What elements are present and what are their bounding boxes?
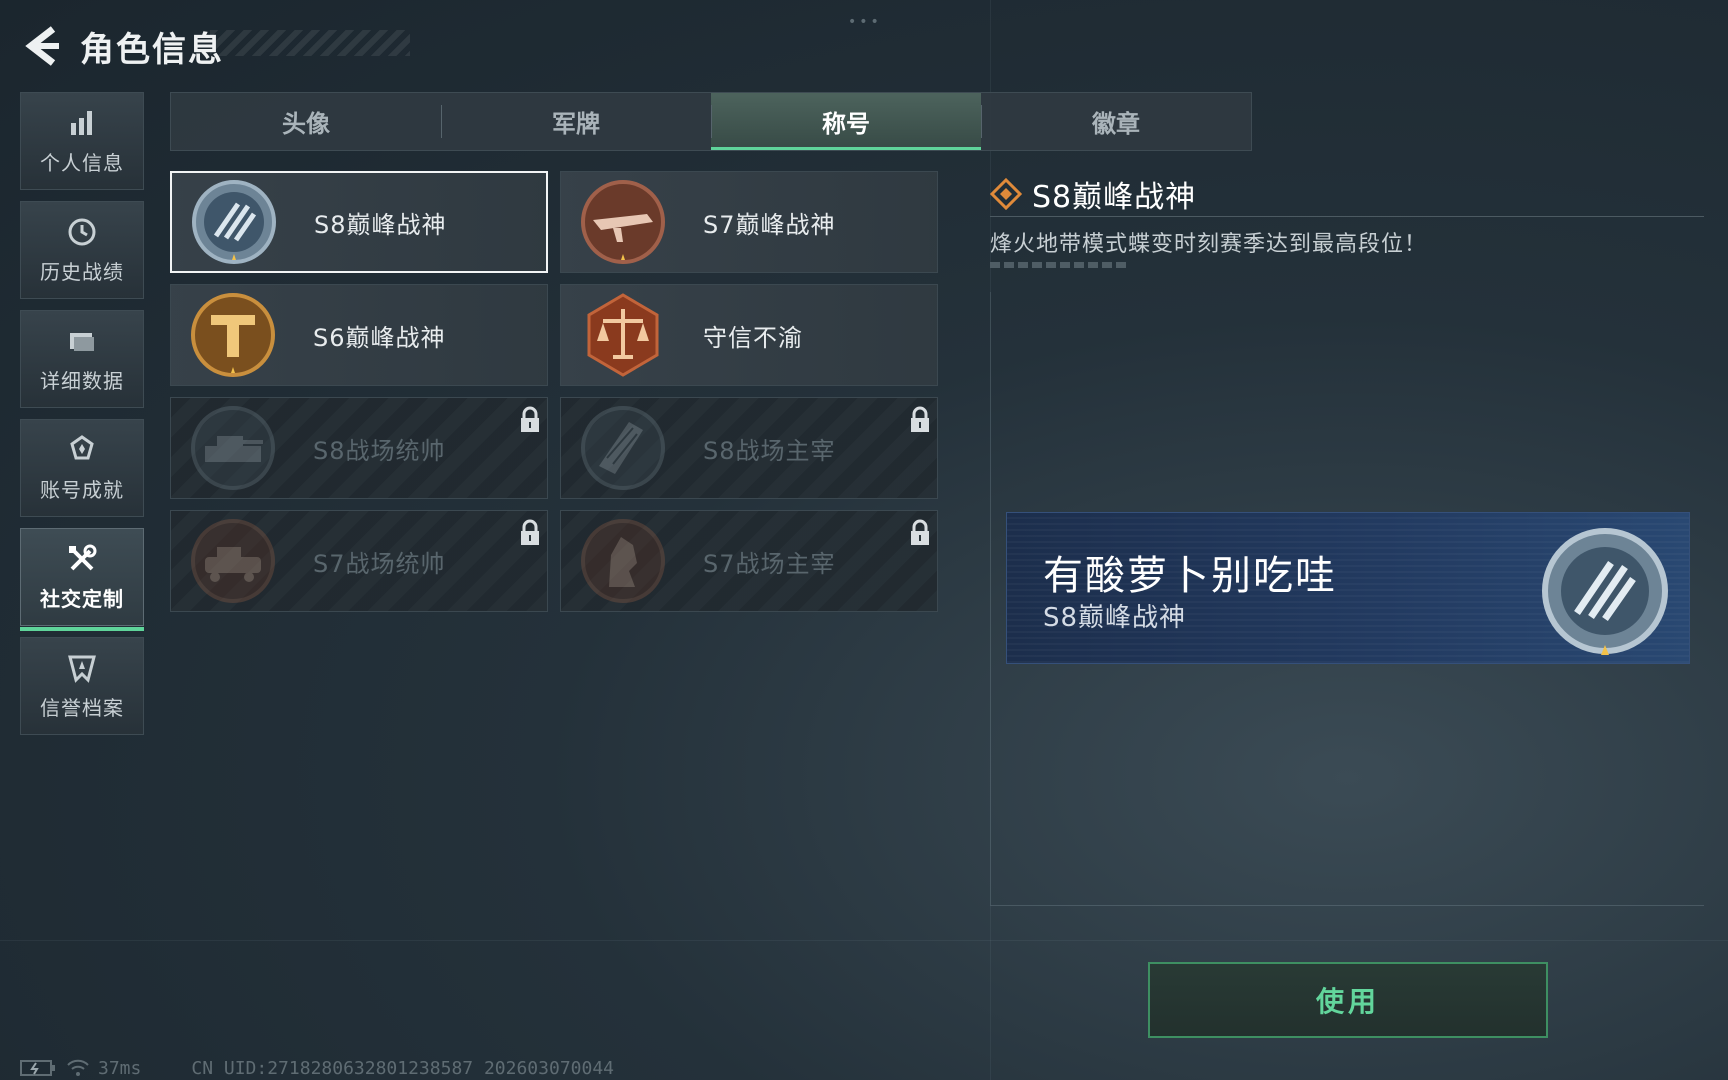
title-card-name: S8战场主宰 <box>703 436 836 465</box>
title-card-name: S7战场统帅 <box>313 549 446 578</box>
lock-icon <box>911 406 929 432</box>
header: 角色信息 <box>20 18 224 74</box>
ping-value: 37ms <box>98 1057 142 1079</box>
user-uid: CN UID:2718280632801238587 202603070044 <box>191 1057 614 1079</box>
top-dots-decoration: ••• <box>848 14 882 30</box>
sidebar-item-details[interactable]: 详细数据 <box>20 310 144 408</box>
title-card-name: S6巅峰战神 <box>313 323 446 352</box>
title-card-name: S7巅峰战神 <box>703 210 836 239</box>
namecard-preview: 有酸萝卜别吃哇 S8巅峰战神 <box>1006 512 1690 664</box>
title-card-s8-peak[interactable]: S8巅峰战神 <box>170 171 548 273</box>
tank-badge-icon <box>191 406 275 490</box>
battery-icon <box>20 1060 55 1076</box>
folder-icon <box>70 332 94 351</box>
tools-icon <box>69 544 97 570</box>
sidebar: 个人信息 历史战绩 详细数据 账号成就 社交定制 信誉档案 <box>20 92 144 746</box>
s8-peak-badge-icon <box>192 180 276 264</box>
lock-icon <box>911 519 929 545</box>
chevron-left-icon <box>25 26 59 66</box>
medal-icon <box>70 434 94 459</box>
status-bar: 37ms CN UID:2718280632801238587 20260307… <box>20 1056 614 1080</box>
page-title: 角色信息 <box>80 29 224 70</box>
sidebar-item-label: 详细数据 <box>40 368 124 393</box>
sidebar-item-credit[interactable]: 信誉档案 <box>20 637 144 735</box>
background-grid-line <box>0 940 1728 941</box>
use-button[interactable]: 使用 <box>1148 962 1548 1038</box>
sidebar-item-social-custom[interactable]: 社交定制 <box>20 528 144 631</box>
title-card-s7-dominator[interactable]: S7战场主宰 <box>560 510 938 612</box>
tab-emblem[interactable]: 徽章 <box>981 93 1251 150</box>
tab-bar: 头像 军牌 称号 徽章 <box>170 92 1252 151</box>
detail-description: 烽火地带模式蝶变时刻赛季达到最高段位！ <box>990 232 1428 257</box>
detail-title-name: S8巅峰战神 <box>1032 180 1197 215</box>
title-card-name: S7战场主宰 <box>703 549 836 578</box>
title-decoration <box>210 30 410 56</box>
s7-peak-badge-icon <box>581 180 665 264</box>
title-card-s8-dominator[interactable]: S8战场主宰 <box>560 397 938 499</box>
divider <box>990 216 1704 217</box>
title-card-s8-commander[interactable]: S8战场统帅 <box>170 397 548 499</box>
lock-icon <box>521 406 539 432</box>
title-card-name: 守信不渝 <box>703 323 803 352</box>
title-card-s7-peak[interactable]: S7巅峰战神 <box>560 171 938 273</box>
sidebar-item-achievements[interactable]: 账号成就 <box>20 419 144 517</box>
title-card-name: S8战场统帅 <box>313 436 446 465</box>
tab-title[interactable]: 称号 <box>711 93 981 150</box>
detail-header: S8巅峰战神 <box>990 172 1196 216</box>
title-card-s6-peak[interactable]: S6巅峰战神 <box>170 284 548 386</box>
title-card-s7-commander[interactable]: S7战场统帅 <box>170 510 548 612</box>
player-title: S8巅峰战神 <box>1043 603 1187 633</box>
lock-icon <box>521 519 539 545</box>
title-card-name: S8巅峰战神 <box>314 210 447 239</box>
s8-peak-badge-icon <box>1542 528 1668 655</box>
sidebar-item-history[interactable]: 历史战绩 <box>20 201 144 299</box>
bar-chart-icon <box>71 110 92 135</box>
back-button[interactable] <box>20 21 64 71</box>
title-grid: S8巅峰战神 S7巅峰战神 S6巅峰战神 守信不渝 S8战场统帅 S8战场主宰 … <box>170 171 938 612</box>
sidebar-item-label: 社交定制 <box>40 586 124 611</box>
sidebar-item-label: 账号成就 <box>40 477 124 502</box>
diamond-icon <box>990 178 1022 210</box>
tab-dogtag[interactable]: 军牌 <box>441 93 711 150</box>
tab-avatar[interactable]: 头像 <box>171 93 441 150</box>
wifi-icon <box>67 1059 89 1076</box>
title-card-keep-faith[interactable]: 守信不渝 <box>560 284 938 386</box>
sidebar-item-label: 信誉档案 <box>40 695 124 720</box>
s6-peak-badge-icon <box>191 293 275 377</box>
sidebar-item-label: 历史战绩 <box>40 259 124 284</box>
vehicle-badge-icon <box>191 519 275 603</box>
clock-history-icon <box>68 218 96 245</box>
building-badge-icon <box>581 406 665 490</box>
player-name: 有酸萝卜别吃哇 <box>1043 553 1337 599</box>
sidebar-item-profile[interactable]: 个人信息 <box>20 92 144 190</box>
sidebar-item-label: 个人信息 <box>40 150 124 175</box>
knight-badge-icon <box>581 519 665 603</box>
detail-decoration <box>990 262 1126 268</box>
scales-badge-icon <box>587 293 659 377</box>
shield-icon <box>68 655 96 683</box>
